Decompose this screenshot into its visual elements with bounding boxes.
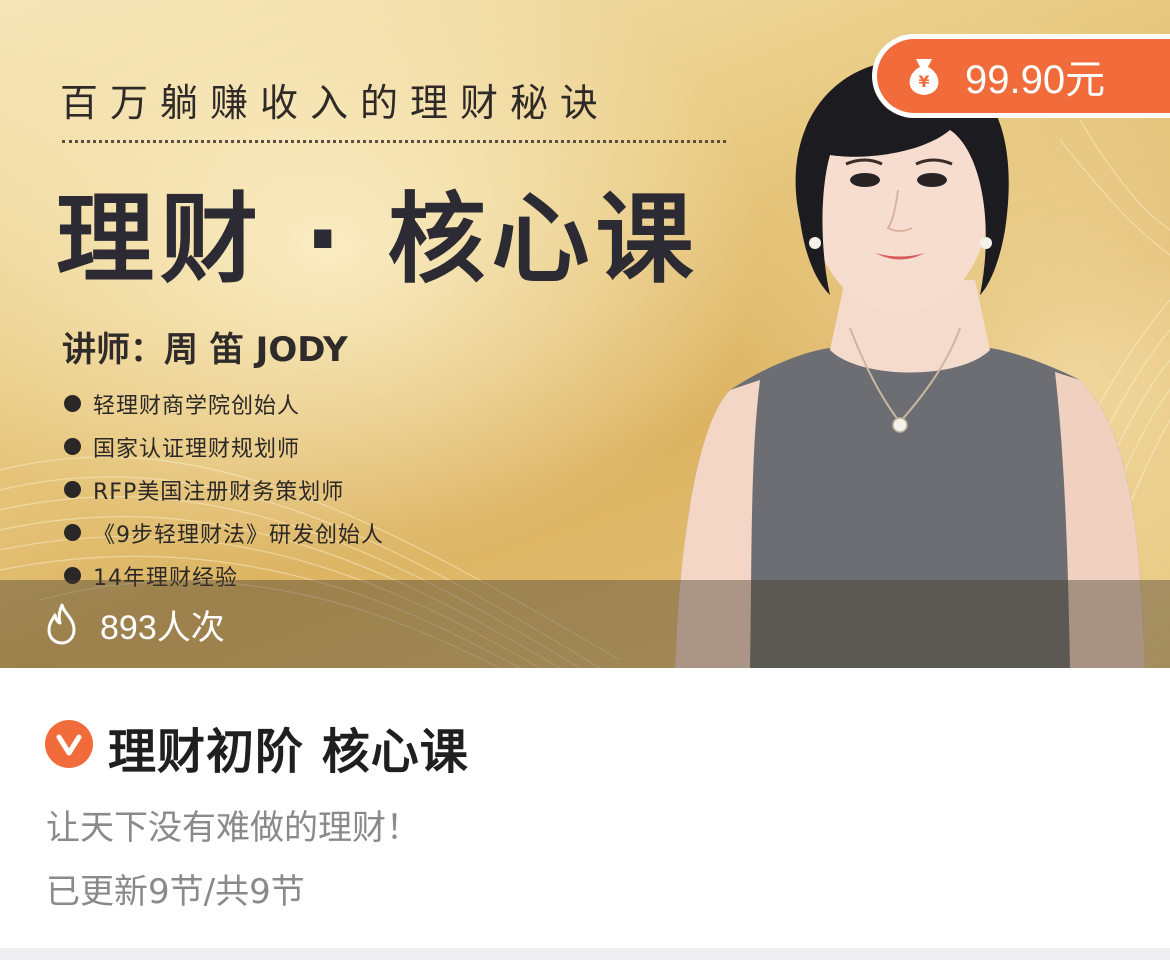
verified-v-icon — [45, 720, 93, 768]
credential-item: RFP美国注册财务策划师 — [64, 468, 384, 511]
price-tag[interactable]: ¥ 99.90元 — [872, 34, 1170, 118]
price-label: 99.90元 — [965, 58, 1106, 102]
bullet-dot-icon — [64, 524, 81, 541]
views-count: 893人次 — [100, 608, 225, 647]
card-separator — [0, 948, 1170, 960]
course-banner[interactable]: 百万躺赚收入的理财秘诀 理财 · 核心课 讲师：周 笛 JODY 轻理财商学院创… — [0, 0, 1170, 668]
bullet-dot-icon — [64, 481, 81, 498]
credential-list: 轻理财商学院创始人 国家认证理财规划师 RFP美国注册财务策划师 《9步轻理财法… — [64, 382, 384, 597]
instructor-portrait — [675, 60, 1145, 668]
course-slogan: 让天下没有难做的理财！ — [46, 808, 420, 848]
course-title[interactable]: 理财初阶 核心课 — [108, 712, 469, 782]
credential-item: 国家认证理财规划师 — [64, 425, 384, 468]
banner-main-title: 理财 · 核心课 — [56, 183, 700, 297]
dotted-divider — [62, 140, 726, 143]
course-progress: 已更新9节/共9节 — [46, 872, 305, 912]
bullet-dot-icon — [64, 438, 81, 455]
banner-subtitle: 百万躺赚收入的理财秘诀 — [60, 81, 611, 125]
bullet-dot-icon — [64, 395, 81, 412]
course-info[interactable]: 理财初阶 核心课 让天下没有难做的理财！ 已更新9节/共9节 — [0, 668, 1170, 948]
course-card[interactable]: 百万躺赚收入的理财秘诀 理财 · 核心课 讲师：周 笛 JODY 轻理财商学院创… — [0, 0, 1170, 960]
money-bag-icon: ¥ — [901, 53, 947, 99]
credential-item: 《9步轻理财法》研发创始人 — [64, 511, 384, 554]
credential-item: 轻理财商学院创始人 — [64, 382, 384, 425]
svg-text:¥: ¥ — [918, 72, 929, 91]
views-overlay: 893人次 — [0, 580, 1170, 668]
teacher-name: 讲师：周 笛 JODY — [62, 330, 348, 370]
fire-icon — [47, 603, 76, 645]
